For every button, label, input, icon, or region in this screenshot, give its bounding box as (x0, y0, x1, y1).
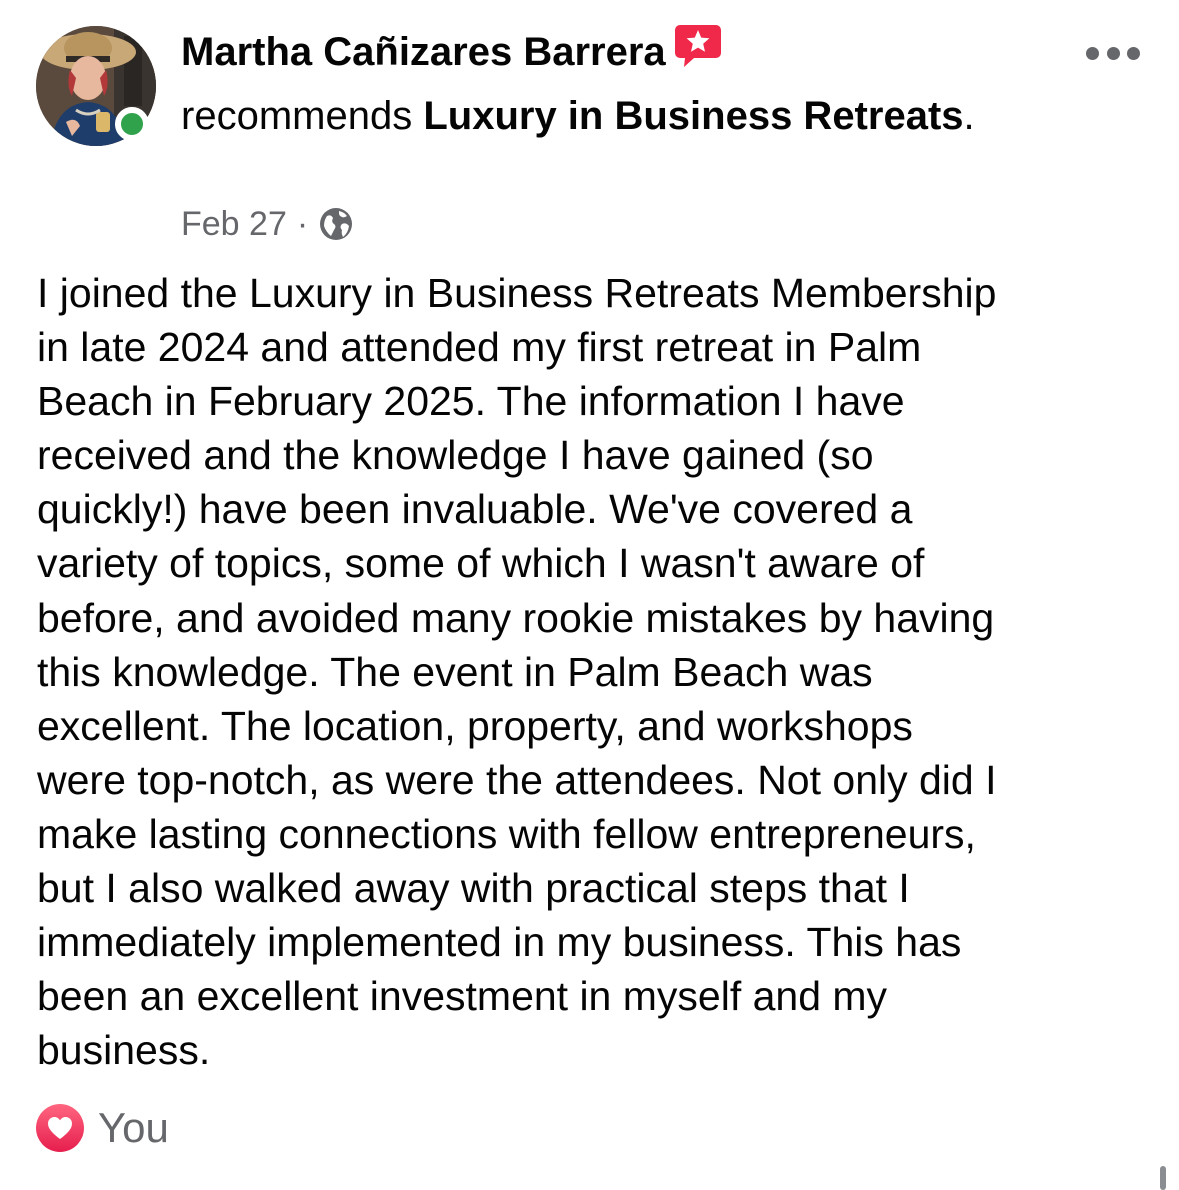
meta-separator: · (296, 204, 309, 243)
post-meta: Feb 27 · (181, 200, 354, 248)
post-date[interactable]: Feb 27 (181, 205, 287, 244)
more-dot (1086, 46, 1099, 60)
recommended-page-link[interactable]: Luxury in Business Retreats (423, 94, 963, 138)
reactions-label[interactable]: You (98, 1104, 169, 1152)
author-name[interactable]: Martha Cañizares Barrera (181, 30, 666, 74)
more-dot (1106, 46, 1120, 60)
star-speech-bubble-icon (674, 23, 722, 86)
recommendation-post: Martha Cañizares Barrera recommends Luxu… (0, 0, 1179, 1190)
globe-icon[interactable] (318, 206, 354, 242)
post-header: Martha Cañizares Barrera recommends Luxu… (181, 22, 1041, 146)
online-status-indicator (115, 107, 149, 141)
scrollbar[interactable] (1160, 1166, 1166, 1190)
more-dot (1127, 46, 1140, 60)
more-horizontal-icon[interactable] (1086, 38, 1140, 68)
recommends-text: recommends (181, 94, 413, 138)
page-name-period: . (963, 94, 975, 138)
post-body-text: I joined the Luxury in Business Retreats… (37, 270, 997, 1074)
love-heart-icon (36, 1104, 84, 1152)
reactions-bar[interactable]: You (36, 1104, 169, 1152)
